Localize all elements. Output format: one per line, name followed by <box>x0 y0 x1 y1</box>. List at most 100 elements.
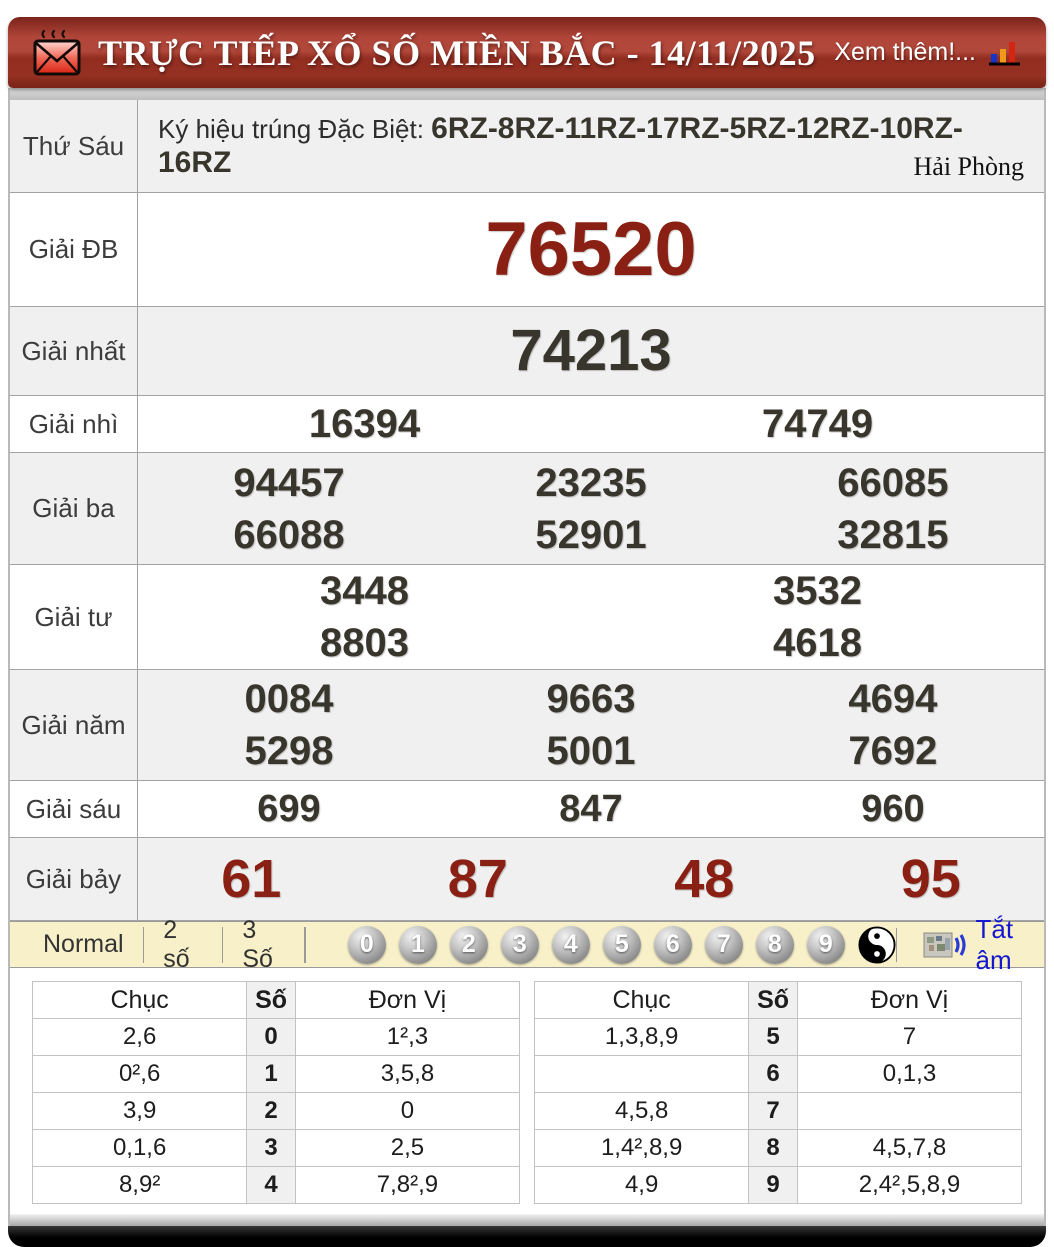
prize-row-seventh: Giải bảy 61 87 48 95 <box>10 837 1044 920</box>
chuc-cell: 3,9 <box>31 1092 248 1130</box>
yin-yang-icon[interactable] <box>858 925 896 964</box>
col-header-so: Số <box>246 981 296 1019</box>
divider <box>304 926 306 963</box>
prize-row-fifth: Giải năm 0084 9663 4694 5298 5001 7692 <box>10 669 1044 780</box>
prize-label: Giải tư <box>10 565 138 669</box>
prize-number: 66085 <box>837 460 949 505</box>
prize-number: 74749 <box>761 402 874 446</box>
stats-row: 6 0,1,3 <box>533 1055 1023 1093</box>
prize-number: 699 <box>257 788 321 830</box>
stats-row: 2,6 0 1²,3 <box>31 1018 521 1056</box>
chuc-cell: 0,1,6 <box>31 1129 248 1167</box>
prize-row-special: Giải ĐB 76520 <box>10 192 1044 306</box>
ball-9[interactable]: 9 <box>806 925 845 964</box>
mute-button[interactable]: Tắt âm <box>923 914 1030 976</box>
col-header-donvi: Đơn Vị <box>294 981 521 1019</box>
stats-row: 8,9² 4 7,8²,9 <box>31 1166 521 1204</box>
lottery-card: TRỰC TIẾP XỔ SỐ MIỀN BẮC - 14/11/2025 Xe… <box>8 17 1046 1247</box>
so-cell: 1 <box>246 1055 296 1093</box>
signature-label: Ký hiệu trúng Đặc Biệt: <box>158 114 432 144</box>
stats-row: 0,1,6 3 2,5 <box>31 1129 521 1167</box>
mute-area: Tắt âm <box>895 914 1030 976</box>
donvi-cell: 0 <box>294 1092 521 1130</box>
prize-number: 23235 <box>535 460 647 505</box>
donvi-cell: 2,5 <box>294 1129 521 1167</box>
stats-row: 3,9 2 0 <box>31 1092 521 1130</box>
prize-number: 7692 <box>848 729 938 773</box>
mode-normal-button[interactable]: Normal <box>24 927 143 963</box>
prize-number: 87 <box>447 849 508 909</box>
so-cell: 7 <box>748 1092 798 1130</box>
chuc-cell: 4,5,8 <box>533 1092 750 1130</box>
stats-table-right: Chục Số Đơn Vị 1,3,8,9 5 7 6 0,1,3 4,5,8… <box>533 981 1023 1204</box>
weekday-label: Thứ Sáu <box>10 100 138 192</box>
prize-number: 4618 <box>773 621 862 665</box>
stats-row: 0²,6 1 3,5,8 <box>31 1055 521 1093</box>
stats-section: Chục Số Đơn Vị 2,6 0 1²,3 0²,6 1 3,5,8 3… <box>10 968 1044 1204</box>
prize-number: 76520 <box>485 206 697 292</box>
stats-row: 1,3,8,9 5 7 <box>533 1018 1023 1056</box>
prize-number: 74213 <box>510 318 672 383</box>
prize-number: 0084 <box>244 677 334 721</box>
bottom-shadow-bar <box>8 1226 1046 1247</box>
page-title: TRỰC TIẾP XỔ SỐ MIỀN BẮC - 14/11/2025 <box>98 32 816 73</box>
prize-number: 847 <box>559 788 623 830</box>
envelope-icon <box>32 27 82 79</box>
prize-number: 32815 <box>837 512 949 557</box>
ball-7[interactable]: 7 <box>704 925 743 964</box>
prize-label: Giải nhất <box>10 307 138 395</box>
bar-chart-icon[interactable] <box>988 38 1022 68</box>
ball-6[interactable]: 6 <box>653 925 692 964</box>
col-header-chuc: Chục <box>31 981 248 1019</box>
ball-8[interactable]: 8 <box>755 925 794 964</box>
control-bar: Normal 2 số 3 Số 0 1 2 3 4 5 6 7 8 9 Tắt… <box>10 914 1044 975</box>
ball-0[interactable]: 0 <box>347 925 386 964</box>
stats-row: 1,4²,8,9 8 4,5,7,8 <box>533 1129 1023 1167</box>
ball-1[interactable]: 1 <box>398 925 437 964</box>
prize-row-sixth: Giải sáu 699 847 960 <box>10 780 1044 837</box>
prize-row-first: Giải nhất 74213 <box>10 306 1044 395</box>
donvi-cell: 7,8²,9 <box>294 1166 521 1204</box>
number-balls: 0 1 2 3 4 5 6 7 8 9 <box>347 925 896 964</box>
speaker-icon <box>923 930 967 960</box>
ball-4[interactable]: 4 <box>551 925 590 964</box>
so-cell: 8 <box>748 1129 798 1167</box>
so-cell: 2 <box>246 1092 296 1130</box>
mode-3so-button[interactable]: 3 Số <box>223 916 304 973</box>
donvi-cell: 0,1,3 <box>796 1055 1023 1093</box>
prize-number: 8803 <box>320 621 409 665</box>
prize-number: 61 <box>221 849 282 909</box>
ball-5[interactable]: 5 <box>602 925 641 964</box>
prize-number: 9663 <box>546 677 636 721</box>
so-cell: 6 <box>748 1055 798 1093</box>
chuc-cell: 0²,6 <box>31 1055 248 1093</box>
header-bar: TRỰC TIẾP XỔ SỐ MIỀN BẮC - 14/11/2025 Xe… <box>8 17 1046 88</box>
ball-2[interactable]: 2 <box>449 925 488 964</box>
content-frame: Thứ Sáu Ký hiệu trúng Đặc Biệt: 6RZ-8RZ-… <box>8 88 1046 1226</box>
chuc-cell: 8,9² <box>31 1166 248 1204</box>
chuc-cell <box>533 1055 750 1093</box>
donvi-cell <box>796 1092 1023 1130</box>
stats-header-row: Chục Số Đơn Vị <box>533 981 1023 1019</box>
chuc-cell: 1,4²,8,9 <box>533 1129 750 1167</box>
prize-row-third: Giải ba 94457 23235 66085 66088 52901 32… <box>10 452 1044 564</box>
prize-number: 48 <box>674 849 735 909</box>
donvi-cell: 7 <box>796 1018 1023 1056</box>
prize-number: 52901 <box>535 512 647 557</box>
prize-label: Giải bảy <box>10 838 138 920</box>
donvi-cell: 1²,3 <box>294 1018 521 1056</box>
mode-2so-button[interactable]: 2 số <box>144 916 221 973</box>
so-cell: 4 <box>246 1166 296 1204</box>
stats-header-row: Chục Số Đơn Vị <box>31 981 521 1019</box>
prize-number: 94457 <box>233 460 345 505</box>
donvi-cell: 3,5,8 <box>294 1055 521 1093</box>
see-more-link[interactable]: Xem thêm!... <box>834 38 976 67</box>
stats-table-left: Chục Số Đơn Vị 2,6 0 1²,3 0²,6 1 3,5,8 3… <box>31 981 521 1204</box>
prize-label: Giải nhì <box>10 396 138 452</box>
ball-3[interactable]: 3 <box>500 925 539 964</box>
prize-number: 3448 <box>320 569 409 613</box>
so-cell: 9 <box>748 1166 798 1204</box>
prize-number: 95 <box>900 849 961 909</box>
col-header-so: Số <box>748 981 798 1019</box>
chuc-cell: 2,6 <box>31 1018 248 1056</box>
